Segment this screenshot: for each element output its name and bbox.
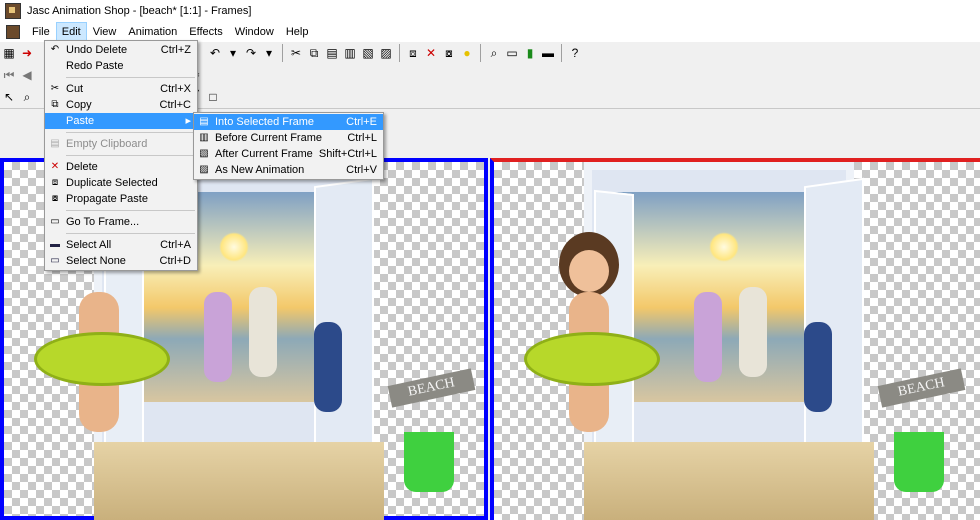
- paste-after-icon[interactable]: ▧: [360, 45, 376, 61]
- copy-icon[interactable]: ⧉: [306, 45, 322, 61]
- menu-effects[interactable]: Effects: [183, 22, 228, 42]
- menu-file[interactable]: File: [26, 22, 56, 42]
- menu-animation[interactable]: Animation: [122, 22, 183, 42]
- delete-frames-icon[interactable]: ✕: [423, 45, 439, 61]
- lightbulb-icon[interactable]: ●: [459, 45, 475, 61]
- toolbar-separator: [282, 44, 283, 62]
- menu-item-delete[interactable]: ✕ Delete: [45, 159, 197, 175]
- zoom-tool-icon[interactable]: ⌕: [19, 89, 35, 105]
- goto-icon: ▭: [50, 216, 60, 227]
- paste-submenu: ▤ Into Selected Frame Ctrl+E ▥ Before Cu…: [193, 112, 384, 180]
- view-animation-icon[interactable]: ▭: [504, 45, 520, 61]
- edit-menu-dropdown: ↶ Undo Delete Ctrl+Z Redo Paste ✂ Cut Ct…: [44, 40, 198, 271]
- menu-separator: [66, 77, 195, 78]
- menu-item-select-all[interactable]: ▬ Select All Ctrl+A: [45, 237, 197, 253]
- menu-item-after-current-frame[interactable]: ▧ After Current Frame Shift+Ctrl+L: [194, 146, 383, 162]
- menu-item-empty-clipboard[interactable]: ▤ Empty Clipboard: [45, 136, 197, 152]
- window-title: Jasc Animation Shop - [beach* [1:1] - Fr…: [27, 5, 252, 17]
- redo-icon[interactable]: ↷: [243, 45, 259, 61]
- menu-separator: [66, 132, 195, 133]
- children-image: [204, 262, 354, 412]
- arrow-tool-icon[interactable]: ↖: [1, 89, 17, 105]
- duplicate-icon: ⧈: [51, 177, 59, 188]
- frame-properties-icon[interactable]: ⧇: [441, 45, 457, 61]
- girl-with-float-image: [24, 232, 174, 512]
- paste-icon[interactable]: ▤: [324, 45, 340, 61]
- menu-item-duplicate-selected[interactable]: ⧈ Duplicate Selected: [45, 175, 197, 191]
- paste-new-animation-icon: ▨: [199, 164, 209, 175]
- sun-image: [219, 232, 249, 262]
- clipboard-icon: ▤: [50, 138, 60, 149]
- filmstrip-icon[interactable]: ▬: [540, 45, 556, 61]
- frame-2-selected[interactable]: BEACH: [490, 158, 980, 520]
- first-frame-icon[interactable]: ⏮: [1, 67, 17, 83]
- menu-item-undo-delete[interactable]: ↶ Undo Delete Ctrl+Z: [45, 42, 197, 58]
- select-none-icon: ▭: [50, 255, 60, 266]
- cut-icon[interactable]: ✂: [288, 45, 304, 61]
- undo-icon: ↶: [50, 44, 60, 55]
- menu-separator: [66, 233, 195, 234]
- select-all-icon: ▬: [50, 239, 60, 250]
- toolbar-separator: [399, 44, 400, 62]
- propagate-icon: ⧇: [51, 193, 59, 204]
- scissors-icon: ✂: [50, 83, 60, 94]
- menu-item-go-to-frame[interactable]: ▭ Go To Frame...: [45, 214, 197, 230]
- document-icon[interactable]: [6, 25, 20, 39]
- paste-into-icon: ▤: [199, 116, 209, 127]
- menu-item-propagate-paste[interactable]: ⧇ Propagate Paste: [45, 191, 197, 207]
- menu-window[interactable]: Window: [229, 22, 280, 42]
- paste-before-icon: ▥: [199, 132, 209, 143]
- menu-item-as-new-animation[interactable]: ▨ As New Animation Ctrl+V: [194, 162, 383, 178]
- menu-item-before-current-frame[interactable]: ▥ Before Current Frame Ctrl+L: [194, 130, 383, 146]
- color-bars-icon[interactable]: ▮: [522, 45, 538, 61]
- bucket-image: [404, 432, 454, 492]
- menu-item-redo-paste[interactable]: Redo Paste: [45, 58, 197, 74]
- sun-image: [709, 232, 739, 262]
- help-icon[interactable]: ?: [567, 45, 583, 61]
- paste-after-icon: ▧: [199, 148, 209, 159]
- undo-dropdown-icon[interactable]: ▾: [225, 45, 241, 61]
- toolbar-separator: [561, 44, 562, 62]
- menu-separator: [66, 155, 195, 156]
- new-icon[interactable]: ▦: [1, 45, 17, 61]
- menu-separator: [66, 210, 195, 211]
- undo-icon[interactable]: ↶: [207, 45, 223, 61]
- bucket-image: [894, 432, 944, 492]
- paste-before-icon[interactable]: ▥: [342, 45, 358, 61]
- menu-item-paste[interactable]: Paste ▸: [45, 113, 197, 129]
- insert-frames-icon[interactable]: ⧈: [405, 45, 421, 61]
- zoom-icon[interactable]: ⌕: [486, 45, 502, 61]
- open-icon[interactable]: ➜: [19, 45, 35, 61]
- children-image: [694, 262, 844, 412]
- paste-new-icon[interactable]: ▨: [378, 45, 394, 61]
- redo-icon: [49, 60, 61, 72]
- menu-item-select-none[interactable]: ▭ Select None Ctrl+D: [45, 253, 197, 269]
- submenu-arrow-icon: ▸: [185, 115, 191, 127]
- redo-dropdown-icon[interactable]: ▾: [261, 45, 277, 61]
- menu-help[interactable]: Help: [280, 22, 315, 42]
- title-bar: Jasc Animation Shop - [beach* [1:1] - Fr…: [0, 0, 980, 22]
- rectangle-tool-icon[interactable]: □: [205, 89, 221, 105]
- menu-view[interactable]: View: [87, 22, 123, 42]
- girl-with-float-image: [514, 232, 664, 512]
- menu-item-cut[interactable]: ✂ Cut Ctrl+X: [45, 81, 197, 97]
- previous-frame-icon[interactable]: ◀: [19, 67, 35, 83]
- menu-edit[interactable]: Edit: [55, 22, 87, 42]
- delete-icon: ✕: [50, 161, 60, 172]
- toolbar-separator: [480, 44, 481, 62]
- menu-item-into-selected-frame[interactable]: ▤ Into Selected Frame Ctrl+E: [194, 114, 383, 130]
- menu-item-copy[interactable]: ⧉ Copy Ctrl+C: [45, 97, 197, 113]
- app-icon: [5, 3, 21, 19]
- copy-icon: ⧉: [51, 99, 59, 110]
